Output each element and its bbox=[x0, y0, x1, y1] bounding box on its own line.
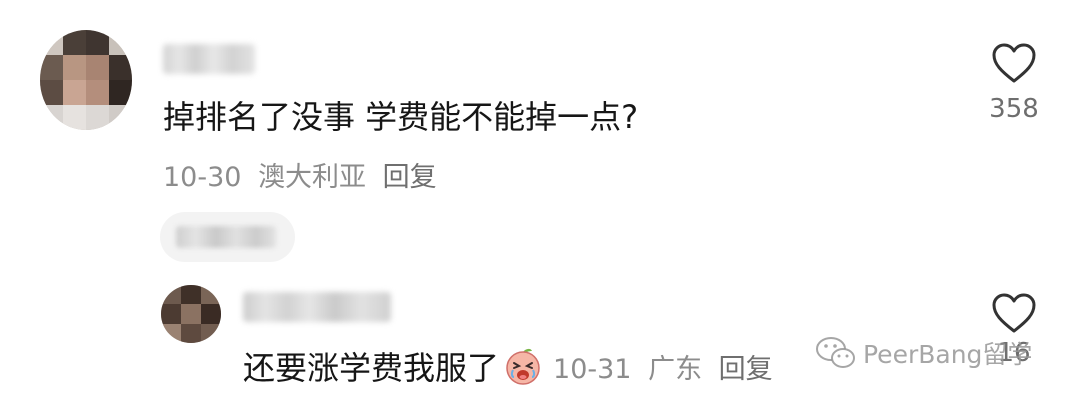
crying-peach-emoji-icon bbox=[506, 348, 540, 385]
reply-link[interactable]: 回复 bbox=[383, 162, 437, 193]
watermark-text: PeerBang留学 bbox=[863, 340, 1033, 369]
reply-avatar[interactable] bbox=[161, 285, 221, 343]
reply-username-blurred[interactable] bbox=[243, 292, 391, 322]
avatar[interactable] bbox=[40, 30, 132, 130]
comment-thread: 掉排名了没事 学费能不能掉一点? 10-30 澳大利亚 回复 358 还要涨学费… bbox=[0, 0, 1080, 403]
reply-date: 10-31 bbox=[553, 353, 632, 385]
like-button[interactable]: 358 bbox=[982, 42, 1046, 124]
expand-replies-pill[interactable] bbox=[160, 212, 295, 262]
comment-date: 10-30 bbox=[163, 162, 242, 193]
comment-meta: 10-30 澳大利亚 回复 bbox=[163, 155, 445, 194]
expand-replies-label-blurred bbox=[176, 226, 276, 248]
reply-reply-link[interactable]: 回复 bbox=[719, 354, 773, 385]
heart-icon[interactable] bbox=[991, 292, 1037, 334]
reply-row: 还要涨学费我服了 10-31 广东 回复 bbox=[243, 343, 781, 389]
comment-text: 掉排名了没事 学费能不能掉一点? bbox=[163, 98, 639, 136]
reply-location: 广东 bbox=[648, 353, 703, 385]
username-blurred[interactable] bbox=[163, 44, 255, 74]
comment-location: 澳大利亚 bbox=[258, 162, 367, 193]
reply-text: 还要涨学费我服了 bbox=[243, 349, 500, 387]
reply-meta: 10-31 广东 回复 bbox=[553, 347, 781, 386]
like-count: 358 bbox=[989, 94, 1039, 124]
heart-icon[interactable] bbox=[991, 42, 1037, 84]
watermark: PeerBang留学 bbox=[815, 335, 1032, 371]
wechat-icon bbox=[816, 337, 855, 368]
